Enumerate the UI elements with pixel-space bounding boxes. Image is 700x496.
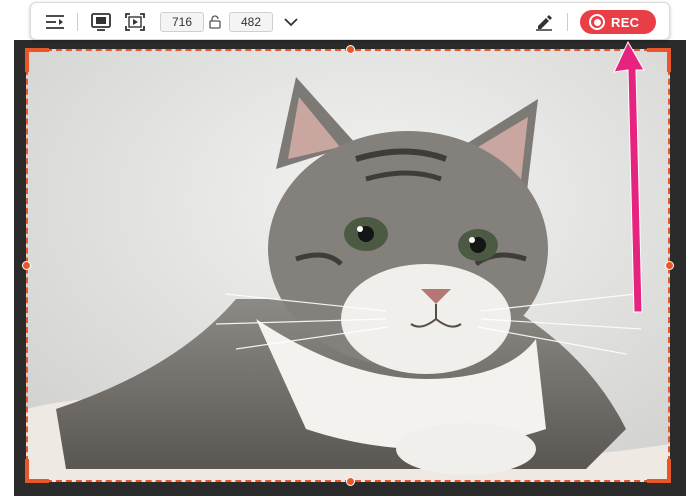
resize-handle-bottom[interactable]: [346, 477, 355, 486]
toolbar-divider: [77, 13, 78, 31]
chevron-down-icon[interactable]: [281, 3, 301, 41]
rec-label: REC: [611, 14, 640, 30]
collapse-icon[interactable]: [43, 3, 67, 41]
full-screen-icon[interactable]: [89, 3, 113, 41]
resize-handle-top[interactable]: [346, 45, 355, 54]
resize-handle-left[interactable]: [22, 261, 31, 270]
corner-handle-top-right[interactable]: [647, 48, 671, 72]
corner-handle-bottom-right[interactable]: [647, 459, 671, 483]
corner-handle-top-left[interactable]: [25, 48, 49, 72]
custom-region-icon[interactable]: [123, 3, 147, 41]
resize-handle-right[interactable]: [665, 261, 674, 270]
pen-icon[interactable]: [532, 3, 556, 41]
height-field[interactable]: 482: [229, 12, 273, 32]
recording-toolbar: 716 482 REC: [30, 2, 670, 40]
corner-handle-bottom-left[interactable]: [25, 459, 49, 483]
record-icon: [589, 14, 605, 30]
rec-button[interactable]: REC: [580, 10, 656, 34]
capture-region-frame[interactable]: [22, 45, 674, 486]
toolbar-divider: [567, 13, 568, 31]
aspect-lock-icon[interactable]: [207, 3, 223, 41]
width-field[interactable]: 716: [160, 12, 204, 32]
